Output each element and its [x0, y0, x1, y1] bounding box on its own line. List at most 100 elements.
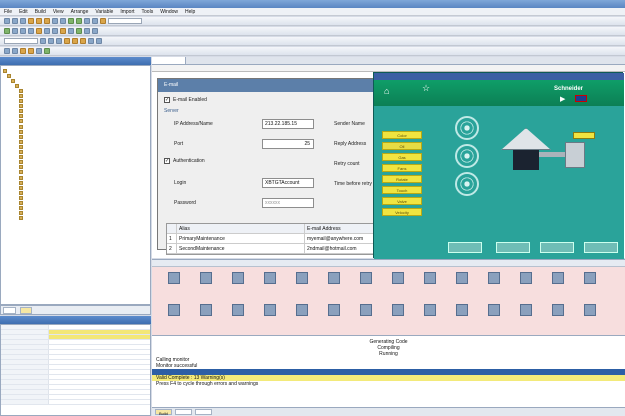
email-cell[interactable]: 2ndmail@hotmail.com — [305, 244, 381, 253]
menu-item-build[interactable]: Build — [35, 8, 46, 15]
toolbox-item[interactable] — [350, 302, 382, 332]
line-color-icon[interactable] — [96, 38, 102, 44]
menu-item-variable[interactable]: Variable — [95, 8, 113, 15]
toolbox-item[interactable] — [478, 270, 510, 300]
menu-item-window[interactable]: Window — [160, 8, 178, 15]
flag-icon[interactable] — [575, 95, 587, 102]
pointer-icon[interactable] — [4, 28, 10, 34]
login-input[interactable]: XBTGTAccount — [262, 178, 314, 188]
toolbox-item[interactable] — [382, 302, 414, 332]
menu-item-import[interactable]: Import — [120, 8, 134, 15]
hmi-button-velocity[interactable]: Velocity — [382, 208, 422, 216]
password-input[interactable]: xxxxxx — [262, 198, 314, 208]
toolbox-item[interactable] — [382, 270, 414, 300]
tree-item[interactable] — [3, 216, 150, 221]
grid-icon[interactable] — [36, 48, 42, 54]
toolbox-item[interactable] — [414, 302, 446, 332]
hmi-button-touch[interactable]: Touch — [382, 186, 422, 194]
italic-icon[interactable] — [48, 38, 54, 44]
toolbox-item[interactable] — [286, 302, 318, 332]
toolbox-item[interactable] — [446, 270, 478, 300]
menu-item-view[interactable]: View — [53, 8, 64, 15]
cut-icon[interactable] — [28, 18, 34, 24]
switch-icon[interactable] — [68, 28, 74, 34]
ungroup-icon[interactable] — [12, 48, 18, 54]
menu-item-arrange[interactable]: Arrange — [71, 8, 89, 15]
hmi-button-fans[interactable]: Fans — [382, 164, 422, 172]
menu-item-tools[interactable]: Tools — [142, 8, 154, 15]
copy-icon[interactable] — [36, 18, 42, 24]
toolbox-item[interactable] — [318, 270, 350, 300]
toolbox-item[interactable] — [158, 302, 190, 332]
alias-cell[interactable]: PrimaryMaintenance — [177, 234, 305, 243]
bring-front-icon[interactable] — [20, 48, 26, 54]
zoom-icon[interactable] — [100, 18, 106, 24]
tab-output-2[interactable] — [174, 409, 192, 415]
hmi-nav-button[interactable] — [540, 242, 574, 253]
underline-icon[interactable] — [56, 38, 62, 44]
toolbox-item[interactable] — [574, 270, 606, 300]
bar-graph-icon[interactable] — [84, 28, 90, 34]
lamp-icon[interactable] — [60, 28, 66, 34]
hmi-button-valve[interactable]: Valve — [382, 197, 422, 205]
hmi-button-gas[interactable]: Gas — [382, 153, 422, 161]
recipients-table[interactable]: Alias E-mail Address 1 PrimaryMaintenanc… — [166, 223, 382, 255]
hmi-button-color[interactable]: Color — [382, 131, 422, 139]
navigator-tree[interactable] — [0, 65, 151, 305]
document-tab[interactable] — [152, 57, 186, 64]
toolbox-item[interactable] — [414, 270, 446, 300]
menu-item-edit[interactable]: Edit — [19, 8, 28, 15]
toolbox-item[interactable] — [222, 270, 254, 300]
hmi-nav-button[interactable] — [584, 242, 618, 253]
toolbox-item[interactable] — [478, 302, 510, 332]
port-input[interactable]: 25 — [262, 139, 314, 149]
toolbox-item[interactable] — [254, 302, 286, 332]
home-icon[interactable]: ⌂ — [384, 86, 389, 96]
build-icon[interactable] — [68, 18, 74, 24]
meter-icon[interactable] — [76, 28, 82, 34]
toolbox-item[interactable] — [222, 302, 254, 332]
hmi-nav-button[interactable] — [496, 242, 530, 253]
hmi-button-rotate[interactable]: Rotate — [382, 175, 422, 183]
play-icon[interactable]: ▶ — [560, 95, 565, 103]
save-icon[interactable] — [20, 18, 26, 24]
rectangle-icon[interactable] — [20, 28, 26, 34]
toolbox-item[interactable] — [190, 302, 222, 332]
authentication-checkbox[interactable]: ✓ — [164, 158, 170, 164]
bold-icon[interactable] — [40, 38, 46, 44]
toolbox-item[interactable] — [542, 270, 574, 300]
tab-navigator[interactable] — [3, 307, 16, 314]
run-icon[interactable] — [76, 18, 82, 24]
tab-project[interactable] — [19, 307, 33, 314]
toolbox-item[interactable] — [510, 302, 542, 332]
trend-icon[interactable] — [92, 28, 98, 34]
simulate-icon[interactable] — [84, 18, 90, 24]
email-cell[interactable]: myemail@anywhere.com — [305, 234, 381, 243]
toolbox-item[interactable] — [318, 302, 350, 332]
toolbox-item[interactable] — [446, 302, 478, 332]
group-icon[interactable] — [4, 48, 10, 54]
hmi-button-oil[interactable]: Oil — [382, 142, 422, 150]
alias-cell[interactable]: SecondMaintenance — [177, 244, 305, 253]
undo-icon[interactable] — [52, 18, 58, 24]
text-icon[interactable] — [36, 28, 42, 34]
send-back-icon[interactable] — [28, 48, 34, 54]
paste-icon[interactable] — [44, 18, 50, 24]
hmi-nav-button[interactable] — [448, 242, 482, 253]
zoom-select[interactable] — [108, 18, 142, 24]
toolbox-item[interactable] — [158, 270, 190, 300]
toolbox-item[interactable] — [574, 302, 606, 332]
menu-item-file[interactable]: File — [4, 8, 12, 15]
new-icon[interactable] — [4, 18, 10, 24]
redo-icon[interactable] — [60, 18, 66, 24]
menu-item-help[interactable]: Help — [185, 8, 195, 15]
image-icon[interactable] — [44, 28, 50, 34]
toolbox-item[interactable] — [190, 270, 222, 300]
tab-output-3[interactable] — [194, 409, 212, 415]
property-table[interactable] — [0, 324, 151, 416]
align-left-icon[interactable] — [64, 38, 70, 44]
toolbox-item[interactable] — [350, 270, 382, 300]
button-tool-icon[interactable] — [52, 28, 58, 34]
align-right-icon[interactable] — [80, 38, 86, 44]
font-select[interactable] — [4, 38, 38, 44]
